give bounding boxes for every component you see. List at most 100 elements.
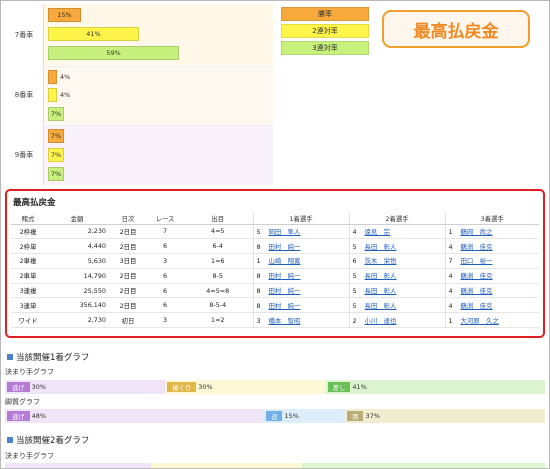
bike-number: 4 xyxy=(448,287,453,296)
bike-number: 7 xyxy=(448,257,453,266)
graph1-kimarite-bar: 逃げ 30% 捲くり 30% 差し 41% xyxy=(5,380,545,394)
graph2-title-text: 当該開催2着グラフ xyxy=(16,436,90,446)
first-place: 1 山崎 翔寛 xyxy=(252,253,349,269)
bike-number: 4 xyxy=(448,301,453,310)
rider-link[interactable]: 橋本 智昭 xyxy=(269,317,301,325)
second-place: 4 遠見 宗 xyxy=(348,224,445,240)
kyakushitsu-segment: 追 15% xyxy=(264,409,346,423)
first-place: 8 田村 純一 xyxy=(252,238,349,255)
third-place: 4 鶴渕 佳克 xyxy=(444,283,539,299)
race-number: 6 xyxy=(147,238,183,255)
race-day: 3日目 xyxy=(109,253,147,269)
col-day: 日次 xyxy=(109,213,147,225)
kimarite-segment: 逃げ 30% xyxy=(5,380,166,394)
bar-panel-9: 7% 7% 7% xyxy=(43,125,273,185)
chart-legend: 勝率 2連対率 3連対率 xyxy=(281,7,369,58)
rider-link[interactable]: 茨木 栄悟 xyxy=(365,257,397,265)
race-number: 6 xyxy=(147,268,183,284)
rider-link[interactable]: 長田 彰人 xyxy=(365,302,397,310)
rider-link[interactable]: 山崎 翔寛 xyxy=(269,257,301,265)
race-day: 2日目 xyxy=(109,238,147,255)
max-payout-callout: 最高払戻金 xyxy=(382,10,530,48)
race-day: 2日目 xyxy=(109,283,147,299)
rider-link[interactable]: 田村 純一 xyxy=(269,302,301,310)
kyakushitsu-percent: 48% xyxy=(31,412,47,420)
bike-number: 5 xyxy=(352,301,357,310)
bike-number: 2 xyxy=(352,316,357,325)
kimarite-tag: 差し xyxy=(327,382,351,392)
race-number: 6 xyxy=(147,283,183,299)
rider-link[interactable]: 長田 彰人 xyxy=(365,243,397,251)
rider-link[interactable]: 長田 彰人 xyxy=(365,272,397,280)
rider-link[interactable]: 鶴渕 佳克 xyxy=(461,302,493,310)
bike-number: 3 xyxy=(256,316,261,325)
payout-amount: 25,550 xyxy=(45,283,109,299)
payout-amount: 4,440 xyxy=(45,238,109,255)
third-place: 7 田口 裕一 xyxy=(444,253,539,269)
rider-link[interactable]: 鶴渕 佳克 xyxy=(461,243,493,251)
graph2-seg xyxy=(5,463,151,468)
legend-place2: 2連対率 xyxy=(281,24,369,38)
rider-link[interactable]: 鶴渕 佳克 xyxy=(461,287,493,295)
first-place: 8 田村 純一 xyxy=(252,268,349,284)
col-race: レース xyxy=(147,213,183,225)
result-combo: 1=6 xyxy=(183,253,253,269)
bet-type: 2枠単 xyxy=(11,238,45,255)
bike-number: 8 xyxy=(256,287,261,296)
payout-amount: 14,790 xyxy=(45,268,109,284)
bet-type: 2車単 xyxy=(11,268,45,284)
second-place: 2 小川 達也 xyxy=(348,312,445,329)
kyakushitsu-tag: 逃げ xyxy=(7,411,30,421)
third-place: 4 鶴渕 佳克 xyxy=(444,268,539,284)
graph1-title-text: 当該開催1着グラフ xyxy=(16,353,90,363)
rider-link[interactable]: 大河原 久之 xyxy=(461,317,499,325)
bet-type: 3連単 xyxy=(11,297,45,314)
second-place: 5 長田 彰人 xyxy=(348,268,445,284)
kimarite-tag: 捲くり xyxy=(167,382,197,392)
graph2-kimarite-label: 決まり手グラフ xyxy=(5,452,54,460)
legend-place3: 3連対率 xyxy=(281,41,369,55)
rider-link[interactable]: 田村 純一 xyxy=(269,287,301,295)
result-combo: 4=5 xyxy=(183,224,253,240)
col-third: 3着選手 xyxy=(444,213,539,225)
kimarite-percent: 41% xyxy=(352,383,367,391)
payout-amount: 2,230 xyxy=(45,224,109,240)
bike-number: 8 xyxy=(256,272,261,281)
race-day: 2日目 xyxy=(109,297,147,314)
payout-row: ワイド 2,730 初日 3 1=2 3 橋本 智昭 2 小川 達也 1 大河原 久之 xyxy=(11,312,539,329)
col-first: 1着選手 xyxy=(252,213,349,225)
kimarite-segment: 捲くり 30% xyxy=(165,380,326,394)
rider-link[interactable]: 小川 達也 xyxy=(365,317,397,325)
bar-place3-9: 7% xyxy=(48,167,64,181)
race-day: 2日目 xyxy=(109,224,147,240)
bet-type: 2枠複 xyxy=(11,224,45,240)
result-combo: 8-5 xyxy=(183,268,253,284)
race-number: 3 xyxy=(147,253,183,269)
rider-link[interactable]: 長田 彰人 xyxy=(365,287,397,295)
col-result: 出目 xyxy=(183,213,253,225)
third-place: 1 大河原 久之 xyxy=(444,312,539,329)
payout-row: 3連単 356,140 2日目 6 8-5-4 8 田村 純一 5 長田 彰人 4 鶴渕 佳克 xyxy=(11,297,539,314)
third-place: 4 鶴渕 佳克 xyxy=(444,238,539,255)
bike-number: 1 xyxy=(448,316,453,325)
col-second: 2着選手 xyxy=(348,213,445,225)
bar-place2-7: 41% xyxy=(48,27,139,41)
page: 7番車 15% 41% 59% 8番車 4% 4% 7% 9番車 7% 7% 7… xyxy=(0,0,550,469)
col-bet-type: 賭式 xyxy=(11,213,45,225)
payout-row: 3連複 25,550 2日目 6 4=5=8 8 田村 純一 5 長田 彰人 4 鶴渕 佳克 xyxy=(11,283,539,299)
rider-link[interactable]: 岡田 隼人 xyxy=(269,228,301,236)
col-amount: 金額 xyxy=(45,213,109,225)
rider-link[interactable]: 田口 裕一 xyxy=(461,257,493,265)
rider-link[interactable]: 田村 純一 xyxy=(269,243,301,251)
rider-link[interactable]: 鶴岡 尚之 xyxy=(461,228,493,236)
race-day: 初日 xyxy=(109,312,147,329)
rider-link[interactable]: 田村 純一 xyxy=(269,272,301,280)
rider-link[interactable]: 遠見 宗 xyxy=(365,228,391,236)
bar-place2-8-label: 4% xyxy=(60,91,71,99)
rider-link[interactable]: 鶴渕 佳克 xyxy=(461,272,493,280)
third-place: 4 鶴渕 佳克 xyxy=(444,297,539,314)
bar-win-8-label: 4% xyxy=(60,73,71,81)
bike-number: 4 xyxy=(352,227,357,236)
graph1-kimarite-label: 決まり手グラフ xyxy=(5,368,54,376)
graph2-title: 当該開催2着グラフ xyxy=(7,434,89,446)
